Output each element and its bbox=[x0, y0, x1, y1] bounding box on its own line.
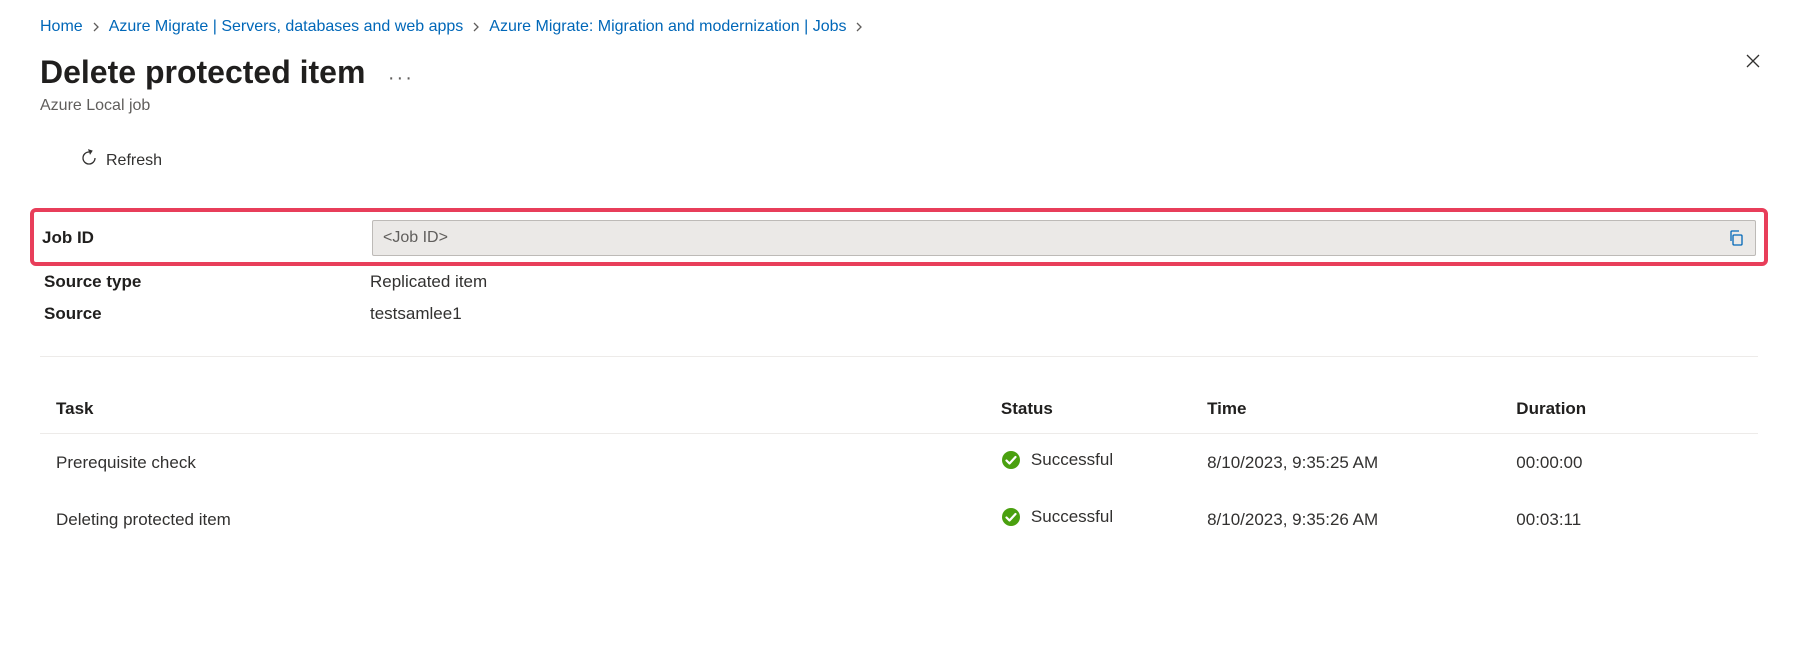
breadcrumb-link-azure-migrate-servers[interactable]: Azure Migrate | Servers, databases and w… bbox=[109, 18, 464, 36]
properties-list: Source type Replicated item Source tests… bbox=[0, 266, 1798, 330]
task-time: 8/10/2023, 9:35:26 AM bbox=[1191, 491, 1500, 548]
job-id-value: <Job ID> bbox=[383, 229, 1727, 247]
job-id-field[interactable]: <Job ID> bbox=[372, 220, 1756, 256]
property-row-source-type: Source type Replicated item bbox=[40, 266, 1758, 298]
refresh-label: Refresh bbox=[106, 152, 162, 170]
job-id-label: Job ID bbox=[42, 228, 372, 248]
toolbar: Refresh bbox=[0, 115, 1798, 186]
success-icon bbox=[1001, 507, 1021, 527]
success-icon bbox=[1001, 450, 1021, 470]
source-type-label: Source type bbox=[40, 272, 370, 292]
status-text: Successful bbox=[1031, 507, 1113, 527]
page-header: Delete protected item ··· Azure Local jo… bbox=[0, 44, 1798, 115]
column-header-status[interactable]: Status bbox=[985, 387, 1191, 434]
divider bbox=[40, 356, 1758, 357]
chevron-right-icon bbox=[854, 19, 864, 35]
task-duration: 00:03:11 bbox=[1500, 491, 1758, 548]
table-row: Deleting protected item Successful 8/10/… bbox=[40, 491, 1758, 548]
page-subtitle: Azure Local job bbox=[40, 97, 1768, 115]
source-label: Source bbox=[40, 304, 370, 324]
breadcrumb-link-migration-jobs[interactable]: Azure Migrate: Migration and modernizati… bbox=[489, 18, 846, 36]
chevron-right-icon bbox=[91, 19, 101, 35]
task-table: Task Status Time Duration Prerequisite c… bbox=[40, 387, 1758, 548]
source-value: testsamlee1 bbox=[370, 304, 462, 324]
property-row-source: Source testsamlee1 bbox=[40, 298, 1758, 330]
task-time: 8/10/2023, 9:35:25 AM bbox=[1191, 434, 1500, 492]
close-button[interactable] bbox=[1744, 52, 1762, 75]
status-cell: Successful bbox=[1001, 450, 1113, 470]
refresh-button[interactable]: Refresh bbox=[72, 145, 170, 176]
page-title: Delete protected item bbox=[40, 54, 365, 91]
column-header-time[interactable]: Time bbox=[1191, 387, 1500, 434]
task-name: Deleting protected item bbox=[40, 491, 985, 548]
copy-icon[interactable] bbox=[1727, 229, 1745, 247]
breadcrumb: Home Azure Migrate | Servers, databases … bbox=[0, 0, 1798, 44]
breadcrumb-link-home[interactable]: Home bbox=[40, 18, 83, 36]
table-row: Prerequisite check Successful 8/10/2023,… bbox=[40, 434, 1758, 492]
refresh-icon bbox=[80, 149, 98, 172]
chevron-right-icon bbox=[471, 19, 481, 35]
more-options-button[interactable]: ··· bbox=[388, 67, 414, 90]
task-name: Prerequisite check bbox=[40, 434, 985, 492]
job-id-highlight: Job ID <Job ID> bbox=[30, 208, 1768, 266]
column-header-duration[interactable]: Duration bbox=[1500, 387, 1758, 434]
task-duration: 00:00:00 bbox=[1500, 434, 1758, 492]
status-text: Successful bbox=[1031, 450, 1113, 470]
column-header-task[interactable]: Task bbox=[40, 387, 985, 434]
source-type-value: Replicated item bbox=[370, 272, 487, 292]
status-cell: Successful bbox=[1001, 507, 1113, 527]
